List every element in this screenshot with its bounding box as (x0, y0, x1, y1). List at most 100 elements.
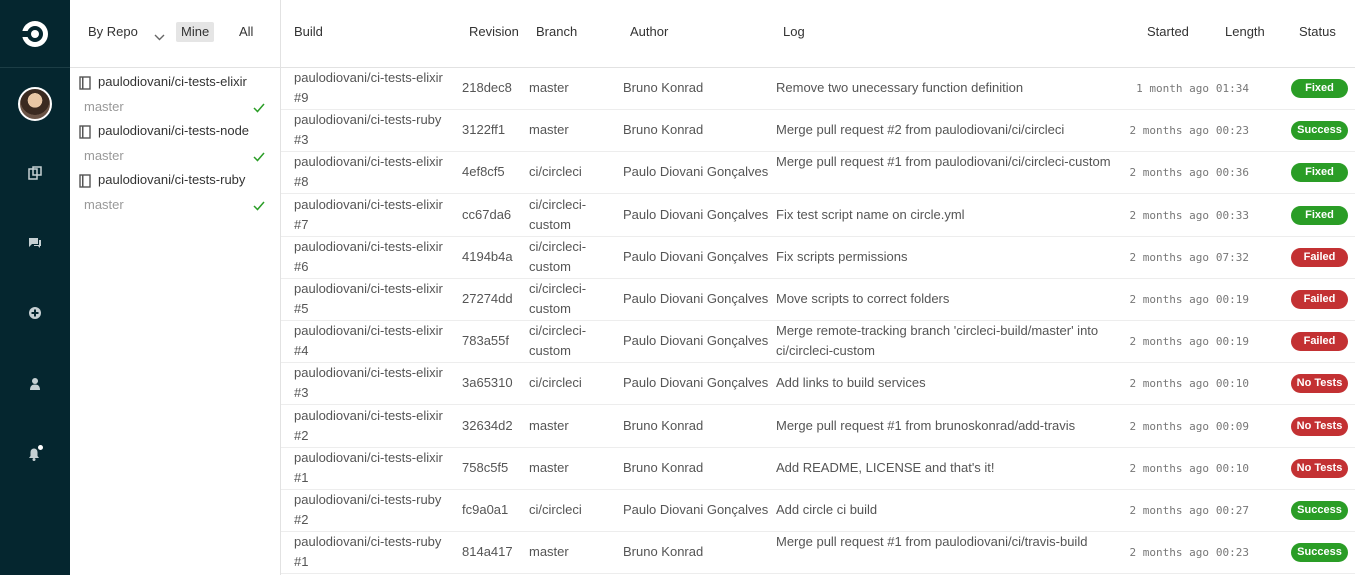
repo-name[interactable]: paulodiovani/ci-tests-node (98, 123, 256, 138)
revision-link[interactable]: 814a417 (462, 542, 513, 562)
check-icon (253, 150, 265, 165)
revision-link[interactable]: 3a65310 (462, 373, 513, 393)
branch-name[interactable]: master (84, 99, 124, 114)
table-row[interactable]: paulodiovani/ci-tests-ruby #2 fc9a0a1 ci/ci… (281, 490, 1355, 532)
revision-link[interactable]: 758c5f5 (462, 458, 508, 478)
build-number[interactable]: #4 (294, 341, 459, 361)
chat-icon[interactable] (0, 231, 70, 255)
build-cell[interactable]: paulodiovani/ci-tests-elixir #2 (294, 406, 459, 446)
notifications-icon[interactable] (0, 441, 70, 465)
build-repo[interactable]: paulodiovani/ci-tests-ruby (294, 492, 441, 507)
build-repo[interactable]: paulodiovani/ci-tests-ruby (294, 112, 441, 127)
length-cell: 01:34 (1215, 82, 1249, 95)
table-row[interactable]: paulodiovani/ci-tests-ruby #1 814a417 maste… (281, 532, 1355, 575)
table-row[interactable]: paulodiovani/ci-tests-elixir #1 758c5f5 mas… (281, 448, 1355, 490)
status-badge[interactable]: Failed (1291, 332, 1348, 352)
status-badge[interactable]: No Tests (1291, 416, 1348, 436)
build-cell[interactable]: paulodiovani/ci-tests-elixir #5 (294, 279, 459, 319)
repo-name[interactable]: paulodiovani/ci-tests-elixir (98, 74, 256, 89)
status-badge[interactable]: Success (1291, 543, 1348, 563)
build-repo[interactable]: paulodiovani/ci-tests-elixir (294, 239, 443, 254)
table-row[interactable]: paulodiovani/ci-tests-elixir #9 218dec8 mas… (281, 68, 1355, 110)
build-repo[interactable]: paulodiovani/ci-tests-elixir (294, 365, 443, 380)
build-cell[interactable]: paulodiovani/ci-tests-ruby #2 (294, 490, 459, 530)
table-row[interactable]: paulodiovani/ci-tests-elixir #2 32634d2 mas… (281, 406, 1355, 448)
chevron-down-icon[interactable] (154, 29, 165, 44)
build-number[interactable]: #7 (294, 215, 459, 235)
length-cell: 00:23 (1215, 546, 1249, 560)
revision-link[interactable]: 4194b4a (462, 247, 513, 267)
header-revision: Revision (469, 24, 519, 39)
status-badge[interactable]: Fixed (1291, 205, 1348, 225)
status-badge[interactable]: Success (1291, 121, 1348, 141)
build-cell[interactable]: paulodiovani/ci-tests-elixir #6 (294, 237, 459, 277)
build-cell[interactable]: paulodiovani/ci-tests-elixir #4 (294, 321, 459, 361)
revision-link[interactable]: 783a55f (462, 331, 509, 351)
build-repo[interactable]: paulodiovani/ci-tests-elixir (294, 450, 443, 465)
status-badge[interactable]: Fixed (1291, 79, 1348, 98)
build-repo[interactable]: paulodiovani/ci-tests-ruby (294, 534, 441, 549)
table-row[interactable]: paulodiovani/ci-tests-ruby #3 3122ff1 maste… (281, 110, 1355, 153)
revision-link[interactable]: 4ef8cf5 (462, 162, 505, 182)
build-cell[interactable]: paulodiovani/ci-tests-ruby #3 (294, 110, 459, 150)
status-badge[interactable]: No Tests (1291, 458, 1348, 478)
build-number[interactable]: #5 (294, 299, 459, 319)
user-avatar[interactable] (18, 87, 52, 121)
filter-mine-button[interactable]: Mine (176, 22, 215, 42)
repo-name[interactable]: paulodiovani/ci-tests-ruby (98, 172, 256, 187)
filter-all-button[interactable]: All (239, 24, 253, 39)
table-row[interactable]: paulodiovani/ci-tests-elixir #8 4ef8cf5 ci/… (281, 152, 1355, 195)
build-number[interactable]: #8 (294, 172, 459, 192)
build-cell[interactable]: paulodiovani/ci-tests-ruby #1 (294, 532, 459, 572)
builds-table: Build Revision Branch Author Log Started… (281, 0, 1355, 575)
revision-link[interactable]: 218dec8 (462, 78, 512, 98)
table-row[interactable]: paulodiovani/ci-tests-elixir #3 3a65310 ci/… (281, 363, 1355, 406)
author-cell: Bruno Konrad (623, 122, 704, 138)
add-project-icon[interactable] (0, 301, 70, 325)
build-repo[interactable]: paulodiovani/ci-tests-elixir (294, 70, 443, 85)
status-badge[interactable]: Failed (1291, 290, 1348, 309)
table-row[interactable]: paulodiovani/ci-tests-elixir #7 cc67da6 ci/… (281, 195, 1355, 237)
build-cell[interactable]: paulodiovani/ci-tests-elixir #7 (294, 195, 459, 235)
revision-link[interactable]: fc9a0a1 (462, 500, 508, 520)
table-row[interactable]: paulodiovani/ci-tests-elixir #6 4194b4a ci/… (281, 237, 1355, 279)
revision-link[interactable]: cc67da6 (462, 205, 511, 225)
revision-link[interactable]: 27274dd (462, 289, 513, 309)
build-repo[interactable]: paulodiovani/ci-tests-elixir (294, 323, 443, 338)
revision-link[interactable]: 3122ff1 (462, 120, 505, 140)
build-repo[interactable]: paulodiovani/ci-tests-elixir (294, 408, 443, 423)
build-number[interactable]: #1 (294, 468, 459, 488)
circleci-logo-icon[interactable] (0, 0, 70, 68)
build-repo[interactable]: paulodiovani/ci-tests-elixir (294, 197, 443, 212)
build-cell[interactable]: paulodiovani/ci-tests-elixir #1 (294, 448, 459, 488)
author-cell: Bruno Konrad (623, 417, 704, 433)
group-by-select[interactable]: By Repo (88, 24, 138, 39)
build-number[interactable]: #9 (294, 88, 459, 108)
build-number[interactable]: #3 (294, 383, 459, 403)
table-row[interactable]: paulodiovani/ci-tests-elixir #5 27274dd ci/… (281, 279, 1355, 321)
revision-link[interactable]: 32634d2 (462, 416, 513, 436)
build-cell[interactable]: paulodiovani/ci-tests-elixir #8 (294, 152, 459, 192)
build-repo[interactable]: paulodiovani/ci-tests-elixir (294, 281, 443, 296)
author-cell: Paulo Diovani Gonçalves (623, 502, 769, 517)
header-started: Started (1147, 24, 1189, 39)
build-number[interactable]: #3 (294, 130, 459, 150)
status-badge[interactable]: No Tests (1291, 374, 1348, 394)
build-cell[interactable]: paulodiovani/ci-tests-elixir #9 (294, 68, 459, 108)
started-cell: 2 months ago (1129, 335, 1209, 349)
build-number[interactable]: #6 (294, 257, 459, 277)
builds-icon[interactable] (0, 161, 70, 185)
table-row[interactable]: paulodiovani/ci-tests-elixir #4 783a55f ci/… (281, 321, 1355, 364)
build-number[interactable]: #1 (294, 552, 459, 572)
build-repo[interactable]: paulodiovani/ci-tests-elixir (294, 154, 443, 169)
branch-name[interactable]: master (84, 197, 124, 212)
author-cell: Paulo Diovani Gonçalves (623, 333, 769, 349)
status-badge[interactable]: Success (1291, 501, 1348, 520)
branch-name[interactable]: master (84, 148, 124, 163)
status-badge[interactable]: Fixed (1291, 163, 1348, 183)
build-cell[interactable]: paulodiovani/ci-tests-elixir #3 (294, 363, 459, 403)
status-badge[interactable]: Failed (1291, 247, 1348, 267)
build-number[interactable]: #2 (294, 510, 459, 530)
account-icon[interactable] (0, 371, 70, 395)
build-number[interactable]: #2 (294, 426, 459, 446)
